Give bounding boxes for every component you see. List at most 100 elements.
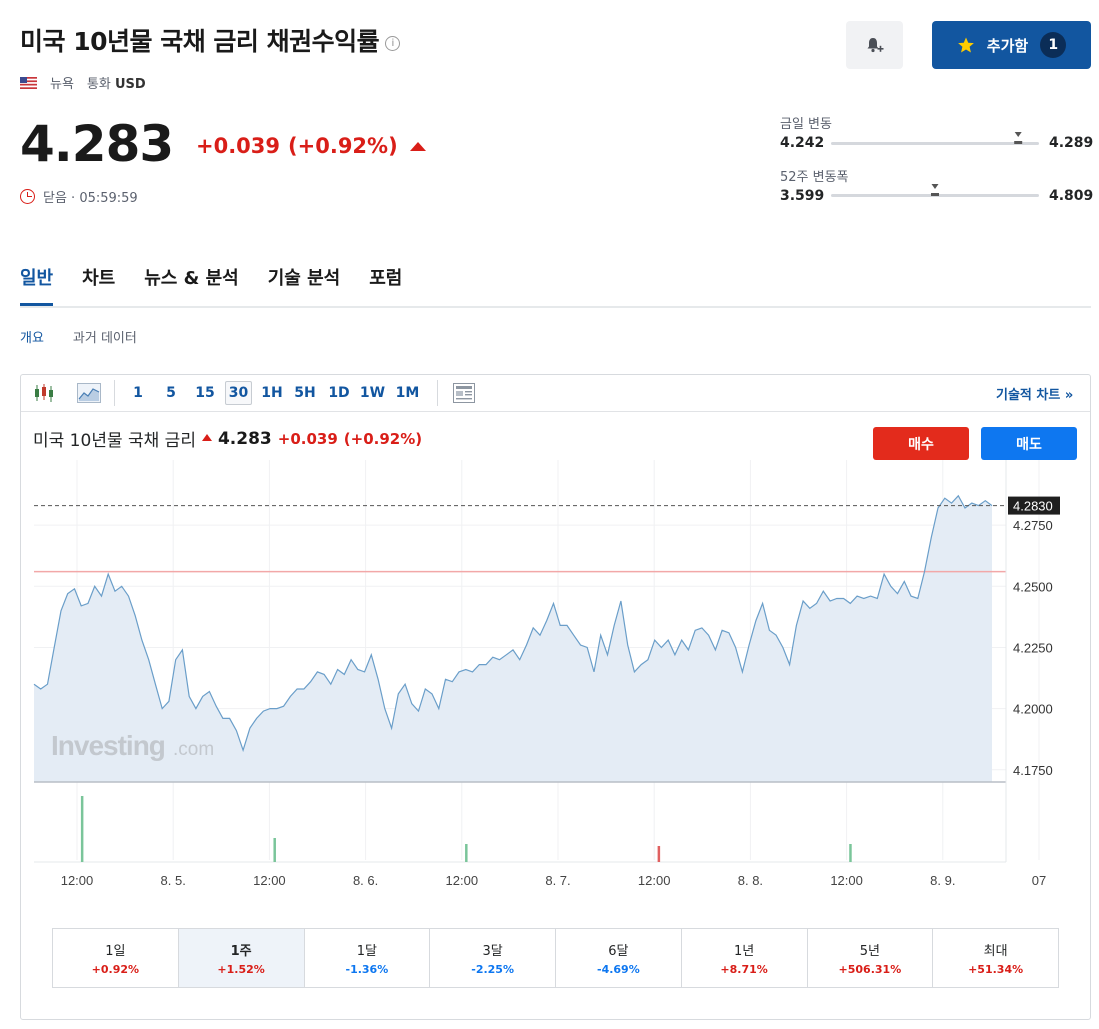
interval-30[interactable]: 30	[225, 381, 252, 405]
period-6[interactable]: 1년 +8.71%	[682, 929, 808, 987]
x-tick-label: 8. 9.	[930, 873, 955, 888]
period-label: 5년	[859, 944, 880, 959]
investing-watermark-suffix: .com	[173, 739, 214, 760]
volume-bar	[657, 846, 661, 862]
investing-watermark: Investing	[51, 730, 165, 761]
interval-1m[interactable]: 1M	[395, 381, 420, 405]
sell-button[interactable]: 매도	[981, 427, 1077, 460]
period-change: -2.25%	[471, 963, 514, 976]
currency-label: 통화	[86, 77, 111, 92]
add-button-label: 추가함	[986, 36, 1029, 55]
tab-overview[interactable]: 일반	[20, 264, 54, 306]
interval-1d[interactable]: 1D	[328, 381, 350, 405]
interval-5h[interactable]: 5H	[293, 381, 317, 405]
subtab-historical-data[interactable]: 과거 데이터	[73, 327, 137, 346]
period-8[interactable]: 최대 +51.34%	[933, 929, 1058, 987]
candlestick-chart-button[interactable]	[31, 381, 57, 405]
volume-bar	[849, 844, 852, 862]
week52-range-label: 52주 변동폭	[780, 170, 849, 185]
newspaper-icon	[453, 383, 475, 403]
day-range-low: 4.242	[780, 135, 825, 151]
chart-price: 4.283	[217, 428, 272, 449]
day-range-label: 금일 변동	[780, 117, 832, 132]
period-change: +0.92%	[91, 963, 140, 976]
period-change: -1.36%	[345, 963, 389, 976]
area-chart-button[interactable]	[76, 381, 102, 405]
x-tick-label: 12:00	[253, 873, 286, 888]
x-tick-label: 12:00	[830, 873, 863, 888]
tab-forum[interactable]: 포럼	[369, 264, 402, 306]
buy-button[interactable]: 매수	[873, 427, 969, 460]
tab-technical[interactable]: 기술 분석	[268, 264, 341, 306]
interval-1[interactable]: 1	[129, 381, 147, 405]
x-tick-label: 12:00	[446, 873, 479, 888]
interval-15[interactable]: 15	[194, 381, 216, 405]
period-5[interactable]: 6달 -4.69%	[556, 929, 682, 987]
toolbar-separator	[114, 380, 115, 406]
period-label: 3달	[482, 944, 503, 959]
y-tick-label: 4.2750	[1013, 518, 1053, 533]
volume-bar	[273, 838, 276, 862]
interval-1w[interactable]: 1W	[360, 381, 385, 405]
region-label: 뉴욕	[50, 77, 74, 92]
change-value: +0.039	[196, 134, 281, 158]
page-title: 미국 10년물 국채 금리 채권수익률 i	[20, 22, 401, 58]
period-change: +51.34%	[968, 963, 1024, 976]
period-label: 최대	[983, 944, 1008, 959]
watchlist-count-badge: 1	[1040, 32, 1067, 58]
up-arrow-icon	[409, 141, 426, 151]
price-chart[interactable]: 4.2750 4.2500 4.2250 4.2000 4.1750 4.2830 12:0…	[20, 460, 1080, 900]
day-range-high: 4.289	[1049, 135, 1094, 151]
day-range-marker	[1014, 132, 1023, 144]
y-tick-label: 4.2250	[1013, 640, 1053, 655]
period-3[interactable]: 1달 -1.36%	[305, 929, 431, 987]
y-tick-label: 4.2500	[1013, 579, 1053, 594]
market-status-text: 닫음 · 05:59:59	[43, 191, 138, 206]
info-icon[interactable]: i	[385, 35, 401, 51]
bell-plus-icon	[867, 38, 883, 53]
currency-value: USD	[114, 77, 146, 92]
news-overlay-button[interactable]	[451, 381, 477, 405]
period-change: -4.69%	[597, 963, 640, 976]
last-price: 4.283	[20, 115, 174, 173]
subtab-summary[interactable]: 개요	[20, 327, 44, 346]
chart-instrument-name: 미국 10년물 국채 금리	[33, 431, 196, 451]
clock-icon	[20, 189, 35, 204]
sub-tabs: 개요 과거 데이터	[20, 327, 137, 346]
x-tick-label: 07	[1032, 873, 1046, 888]
period-4[interactable]: 3달 -2.25%	[430, 929, 556, 987]
week52-range-low: 3.599	[780, 188, 825, 204]
x-tick-label: 8. 7.	[545, 873, 570, 888]
range-pointer	[931, 184, 939, 189]
tabs-divider	[20, 306, 1091, 308]
candlestick-icon	[35, 384, 53, 402]
current-price-label: 4.2830	[1013, 499, 1053, 514]
volume-bar	[80, 796, 84, 862]
period-7[interactable]: 5년 +506.31%	[808, 929, 934, 987]
period-change: +506.31%	[838, 963, 902, 976]
interval-1h[interactable]: 1H	[261, 381, 283, 405]
period-2[interactable]: 1주 +1.52%	[178, 929, 305, 987]
market-status: 닫음 · 05:59:59	[20, 187, 138, 206]
x-tick-label: 8. 8.	[738, 873, 763, 888]
tab-news[interactable]: 뉴스 & 분석	[144, 264, 238, 306]
interval-5[interactable]: 5	[162, 381, 180, 405]
period-label: 1달	[356, 944, 377, 959]
tab-chart[interactable]: 차트	[82, 264, 115, 306]
period-label: 1일	[105, 944, 126, 959]
period-label: 1주	[230, 944, 252, 959]
period-change: +1.52%	[217, 963, 265, 976]
technical-chart-link[interactable]: 기술적 차트 »	[996, 384, 1073, 403]
title-text: 미국 10년물 국채 금리 채권수익률	[20, 27, 380, 56]
chart-change-percent: (+0.92%)	[343, 429, 423, 448]
period-1[interactable]: 1일 +0.92%	[53, 929, 179, 987]
y-tick-label: 4.2000	[1013, 702, 1053, 717]
up-arrow-icon	[201, 434, 212, 441]
main-tabs: 일반 차트 뉴스 & 분석 기술 분석 포럼	[20, 264, 402, 306]
range-fill	[1014, 141, 1023, 144]
price-alert-button[interactable]	[846, 21, 903, 69]
add-to-watchlist-button[interactable]: 추가함 1	[932, 21, 1091, 69]
toolbar-divider	[21, 411, 1090, 412]
chart-change: +0.039	[277, 429, 338, 448]
change-percent: (+0.92%)	[288, 134, 398, 158]
